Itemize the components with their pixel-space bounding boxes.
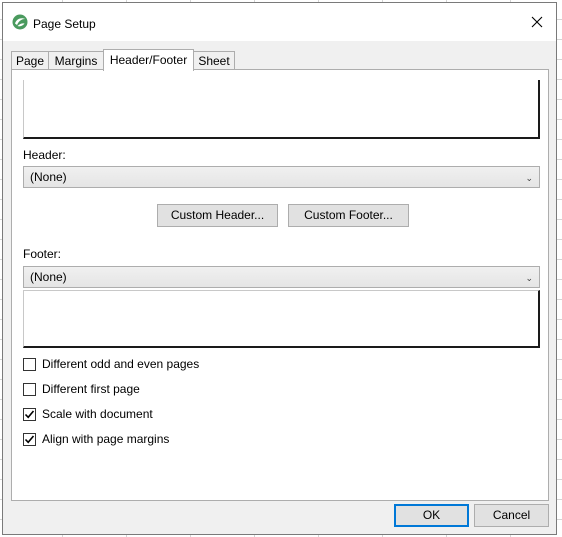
page-setup-dialog: Page Setup Page Margins Header/Footer Sh…	[2, 2, 557, 535]
custom-header-button[interactable]: Custom Header...	[157, 204, 278, 227]
checkbox-box[interactable]	[23, 432, 36, 446]
tab-sheet[interactable]: Sheet	[193, 51, 235, 70]
checkbox-label: Different first page	[42, 382, 140, 396]
checkbox-label: Scale with document	[42, 407, 153, 421]
checkmark-icon	[24, 409, 35, 418]
checkbox-box[interactable]	[23, 382, 36, 396]
footer-preview	[23, 290, 540, 348]
title-bar: Page Setup	[3, 3, 556, 41]
checkbox-align-with-margins[interactable]: Align with page margins	[23, 431, 169, 447]
header-footer-panel: Header: (None) ⌄ Custom Header... Custom…	[11, 69, 549, 501]
app-logo-icon	[12, 14, 28, 30]
header-select-value: (None)	[30, 170, 67, 184]
tab-header-footer[interactable]: Header/Footer	[103, 49, 194, 71]
checkbox-box[interactable]	[23, 407, 36, 421]
checkbox-label: Align with page margins	[42, 432, 170, 446]
chevron-down-icon: ⌄	[525, 273, 533, 283]
footer-select[interactable]: (None) ⌄	[23, 266, 540, 288]
window-title: Page Setup	[33, 17, 96, 31]
checkbox-label: Different odd and even pages	[42, 357, 200, 371]
checkbox-box[interactable]	[23, 357, 36, 371]
checkbox-scale-with-document[interactable]: Scale with document	[23, 406, 153, 422]
header-label: Header:	[23, 148, 66, 162]
tab-page[interactable]: Page	[11, 51, 49, 70]
close-button[interactable]	[518, 3, 556, 41]
close-icon	[531, 16, 543, 28]
footer-label: Footer:	[23, 247, 62, 261]
cancel-button[interactable]: Cancel	[474, 504, 549, 527]
tab-margins[interactable]: Margins	[48, 51, 104, 70]
header-select[interactable]: (None) ⌄	[23, 166, 540, 188]
header-preview	[23, 80, 540, 139]
checkmark-icon	[24, 434, 35, 443]
chevron-down-icon: ⌄	[525, 173, 533, 183]
checkbox-different-odd-even[interactable]: Different odd and even pages	[23, 356, 199, 372]
checkbox-different-first-page[interactable]: Different first page	[23, 381, 140, 397]
footer-select-value: (None)	[30, 270, 67, 284]
custom-footer-button[interactable]: Custom Footer...	[288, 204, 409, 227]
ok-button[interactable]: OK	[394, 504, 469, 527]
